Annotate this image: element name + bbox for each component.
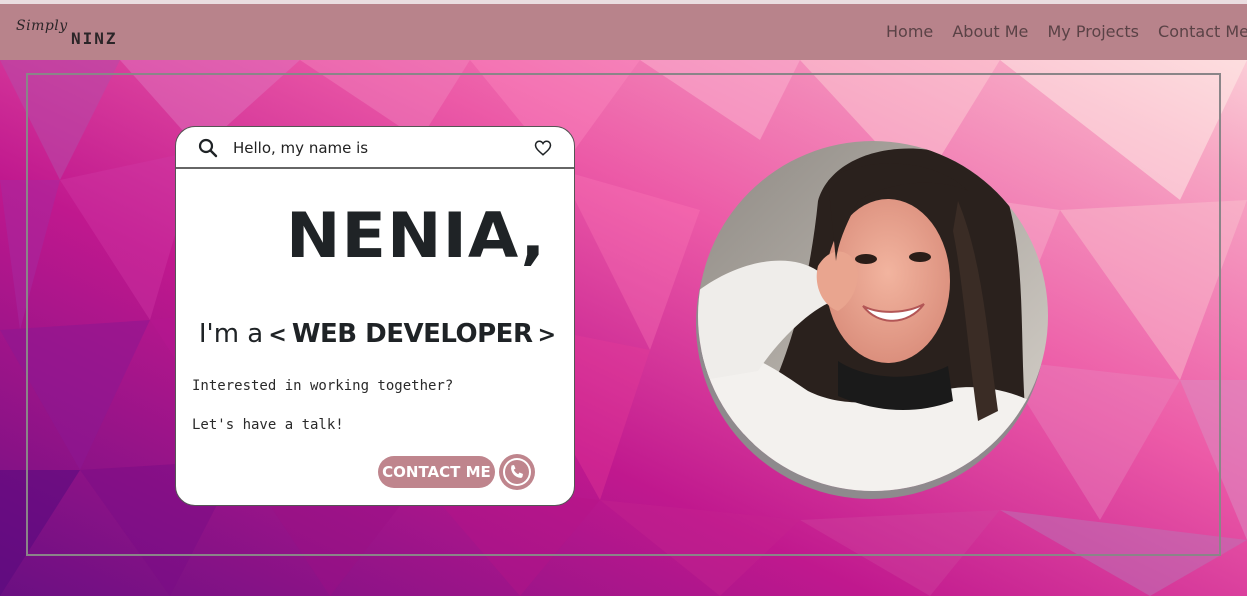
- card-header: Hello, my name is: [176, 127, 574, 169]
- phone-button[interactable]: [499, 454, 535, 490]
- nav-links: Home About Me My Projects Contact Me: [872, 22, 1247, 41]
- profile-portrait: [698, 141, 1048, 491]
- phone-icon: [503, 458, 531, 486]
- heart-icon[interactable]: [534, 139, 552, 157]
- role-bracket-close: >: [537, 323, 556, 348]
- logo-script-text: Simply: [16, 18, 68, 34]
- role-bracket-open: <: [268, 323, 287, 348]
- role-title: WEB DEVELOPER: [291, 319, 533, 349]
- greeting-text: Hello, my name is: [233, 139, 369, 157]
- search-icon: [198, 138, 218, 158]
- nav-contact-me[interactable]: Contact Me: [1158, 22, 1247, 41]
- tagline: Interested in working together?: [192, 378, 454, 394]
- nav-about-me[interactable]: About Me: [952, 22, 1028, 41]
- tagline-secondary: Let's have a talk!: [192, 417, 344, 433]
- nav-home[interactable]: Home: [886, 22, 933, 41]
- nav-my-projects[interactable]: My Projects: [1047, 22, 1138, 41]
- logo-bold-text: NINZ: [71, 29, 118, 48]
- profile-photo: [698, 141, 1048, 491]
- intro-card: Hello, my name is NENIA, I'm a < WEB DEV…: [175, 126, 575, 506]
- role-line: I'm a < WEB DEVELOPER >: [199, 319, 556, 349]
- contact-me-button[interactable]: CONTACT ME: [378, 456, 495, 488]
- role-prefix: I'm a: [198, 319, 264, 349]
- hero-name: NENIA,: [286, 199, 547, 272]
- logo[interactable]: Simply NINZ: [16, 18, 146, 52]
- navbar: Simply NINZ Home About Me My Projects Co…: [0, 4, 1247, 60]
